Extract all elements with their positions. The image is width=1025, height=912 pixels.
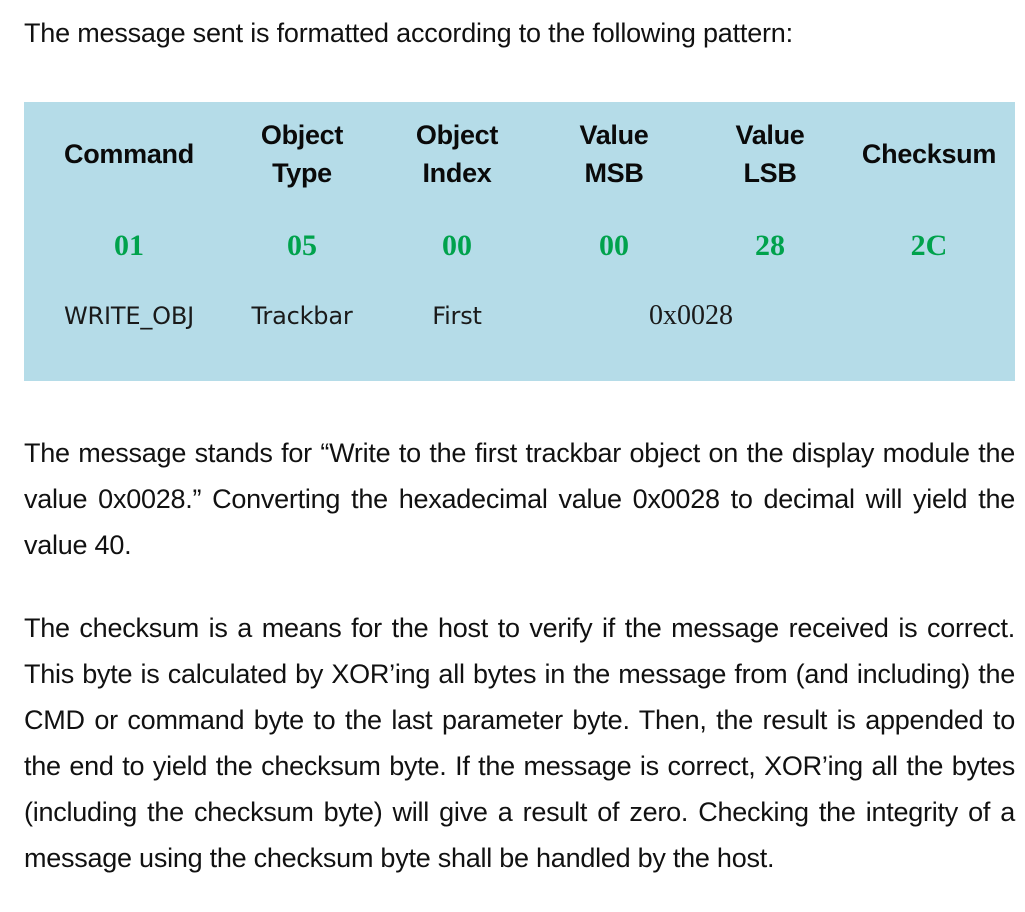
document-page: The message sent is formatted according … (0, 0, 1025, 912)
body-paragraph-1: The message stands for “Write to the fir… (24, 438, 1015, 560)
header-value-lsb-line2: LSB (743, 158, 797, 188)
header-checksum-line1: Checksum (861, 139, 997, 169)
hex-value-value-lsb: 28 (755, 229, 785, 262)
table-header-row: Command Object Type Object Index Value M… (24, 102, 1015, 210)
header-object-index-line1: Object (415, 120, 499, 150)
header-object-index-line2: Index (422, 158, 492, 188)
hex-value-object-type: 05 (287, 229, 317, 262)
header-cell-checksum: Checksum (844, 135, 1014, 173)
header-value-lsb-line1: Value (735, 120, 805, 150)
hex-value-object-index: 00 (442, 229, 472, 262)
header-cell-object-index: Object Index (374, 116, 540, 192)
description-command: WRITE_OBJ (64, 302, 194, 330)
header-cell-command: Command (34, 135, 224, 173)
header-value-msb-line2: MSB (584, 158, 644, 188)
table-description-row: WRITE_OBJ Trackbar First 0x0028 (24, 286, 1015, 381)
description-object-index: First (432, 302, 482, 330)
header-object-type-line1: Object (260, 120, 344, 150)
header-cell-value-msb: Value MSB (532, 116, 696, 192)
table-hex-row: 01 05 00 00 28 2C (24, 210, 1015, 286)
header-cell-value-lsb: Value LSB (690, 116, 850, 192)
description-object-type: Trackbar (251, 302, 353, 330)
hex-value-checksum: 2C (910, 229, 948, 262)
message-format-table: Command Object Type Object Index Value M… (24, 102, 1015, 381)
header-object-type-line2: Type (272, 158, 332, 188)
header-value-msb-line1: Value (579, 120, 649, 150)
description-value: 0x0028 (649, 300, 733, 331)
body-paragraph-2: The checksum is a means for the host to … (24, 613, 1015, 873)
hex-value-value-msb: 00 (599, 229, 629, 262)
header-command-line1: Command (64, 139, 194, 169)
intro-paragraph: The message sent is formatted according … (24, 18, 793, 48)
hex-value-command: 01 (114, 229, 144, 262)
header-cell-object-type: Object Type (222, 116, 382, 192)
